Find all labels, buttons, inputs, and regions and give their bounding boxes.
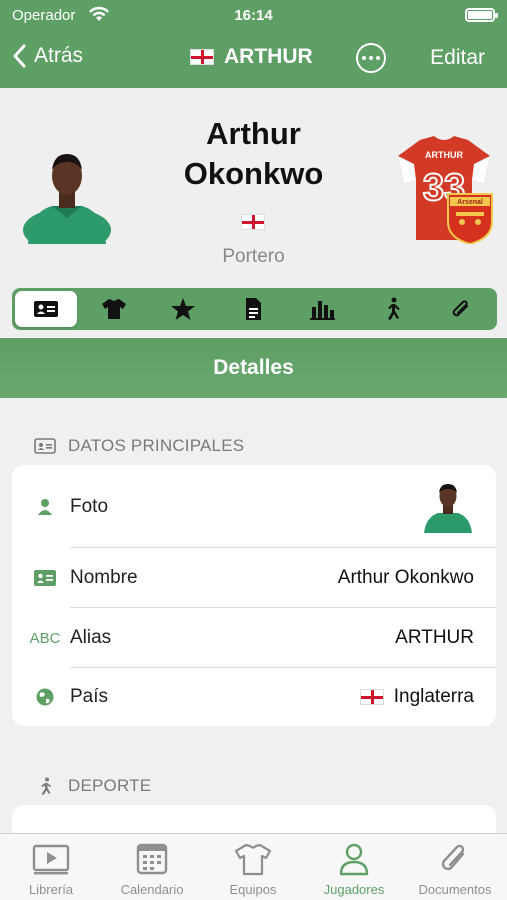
row-country-value: Inglaterra: [393, 686, 474, 707]
club-name-text: Arsenal: [457, 199, 483, 206]
player-avatar: [23, 154, 111, 244]
group-label-sport: DEPORTE: [34, 776, 151, 796]
england-flag-icon: [359, 689, 384, 705]
back-label: Atrás: [34, 44, 84, 67]
clock: 16:14: [234, 7, 273, 24]
tab-training[interactable]: [362, 288, 422, 330]
row-photo-label: Foto: [70, 496, 109, 517]
stats-icon: [310, 301, 335, 320]
calendar-icon: [136, 843, 168, 875]
row-name[interactable]: Nombre Arthur Okonkwo: [12, 548, 496, 608]
england-flag-icon: [190, 49, 214, 65]
person-icon: [30, 495, 60, 519]
star-icon: [171, 298, 195, 320]
row-alias[interactable]: ABC Alias ARTHUR: [12, 608, 496, 668]
shirt-icon: [102, 299, 126, 319]
row-name-value: Arthur Okonkwo: [337, 567, 474, 588]
bottom-tab-bar: Librería Calendario Equipos Jugadores Do…: [0, 833, 507, 900]
tab-shirt[interactable]: [84, 288, 144, 330]
row-alias-label: Alias: [70, 627, 112, 648]
paperclip-icon: [441, 844, 465, 871]
main-data-card: Foto Nombre Arthur Okonkwo ABC Alias ART…: [12, 465, 496, 726]
row-alias-value: ARTHUR: [395, 627, 474, 648]
tab-favorites[interactable]: [153, 288, 213, 330]
row-name-label: Nombre: [70, 567, 138, 588]
tab-documents[interactable]: [223, 288, 283, 330]
back-button[interactable]: Atrás: [12, 44, 83, 68]
player-section-tabs: [12, 288, 497, 330]
globe-icon: [30, 685, 60, 709]
club-crest-icon: Arsenal: [447, 193, 493, 244]
tabbar-teams-label: Equipos: [229, 882, 277, 897]
tabbar-library[interactable]: Librería: [1, 842, 101, 897]
tabbar-calendar[interactable]: Calendario: [102, 842, 202, 897]
tabbar-library-label: Librería: [28, 882, 74, 897]
tab-attachments[interactable]: [431, 288, 491, 330]
nav-title-text: ARTHUR: [224, 45, 313, 68]
video-library-icon: [32, 844, 70, 875]
player-profile: Arthur Okonkwo Portero ARTHUR 33 Arsenal: [0, 88, 507, 338]
tabbar-documents-label: Documentos: [418, 882, 492, 897]
row-country-value-wrap: Inglaterra: [359, 686, 474, 708]
abc-icon: ABC: [29, 629, 61, 647]
player-position: Portero: [222, 246, 285, 267]
player-last-name: Okonkwo: [183, 156, 324, 191]
tab-stats[interactable]: [292, 288, 352, 330]
id-card-icon: [34, 438, 56, 454]
group-label-main: DATOS PRINCIPALES: [34, 436, 244, 456]
dot-icon: [376, 56, 380, 60]
more-options-button[interactable]: [356, 43, 386, 73]
england-flag-icon: [241, 214, 265, 230]
running-icon: [388, 297, 400, 320]
shirt-icon: [234, 843, 272, 876]
tabbar-players-label: Jugadores: [323, 882, 385, 897]
navigation-header: Operador 16:14 Atrás ARTHUR Editar: [0, 0, 507, 88]
row-photo[interactable]: Foto: [12, 465, 496, 548]
person-icon: [339, 843, 369, 876]
tab-details[interactable]: [15, 291, 77, 327]
group-label-sport-text: DEPORTE: [68, 776, 152, 795]
player-name: Arthur Okonkwo: [150, 114, 357, 194]
tabbar-teams[interactable]: Equipos: [203, 842, 303, 897]
dot-icon: [362, 56, 366, 60]
row-country[interactable]: País Inglaterra: [12, 667, 496, 727]
nav-bar: Atrás ARTHUR Editar: [0, 34, 507, 82]
id-card-icon: [30, 566, 60, 590]
chevron-left-icon: [13, 44, 26, 68]
section-title: Detalles: [0, 338, 507, 398]
nav-title: ARTHUR: [190, 45, 313, 69]
tabbar-calendar-label: Calendario: [120, 882, 184, 897]
battery-icon: [465, 8, 498, 22]
player-photo-thumbnail[interactable]: [424, 479, 472, 533]
shirt-name-text: ARTHUR: [425, 150, 463, 160]
player-first-name: Arthur: [206, 116, 301, 151]
dot-icon: [369, 56, 373, 60]
tabbar-documents[interactable]: Documentos: [405, 842, 505, 897]
player-shirt: ARTHUR 33 Arsenal: [398, 136, 493, 244]
row-country-label: País: [70, 686, 109, 707]
tabbar-players[interactable]: Jugadores: [304, 842, 404, 897]
running-icon: [41, 777, 52, 795]
document-icon: [246, 298, 261, 320]
group-label-main-text: DATOS PRINCIPALES: [68, 436, 245, 455]
id-card-icon: [34, 301, 58, 317]
edit-button[interactable]: Editar: [430, 46, 485, 70]
status-bar: Operador 16:14: [0, 0, 507, 30]
paperclip-icon: [452, 300, 468, 317]
